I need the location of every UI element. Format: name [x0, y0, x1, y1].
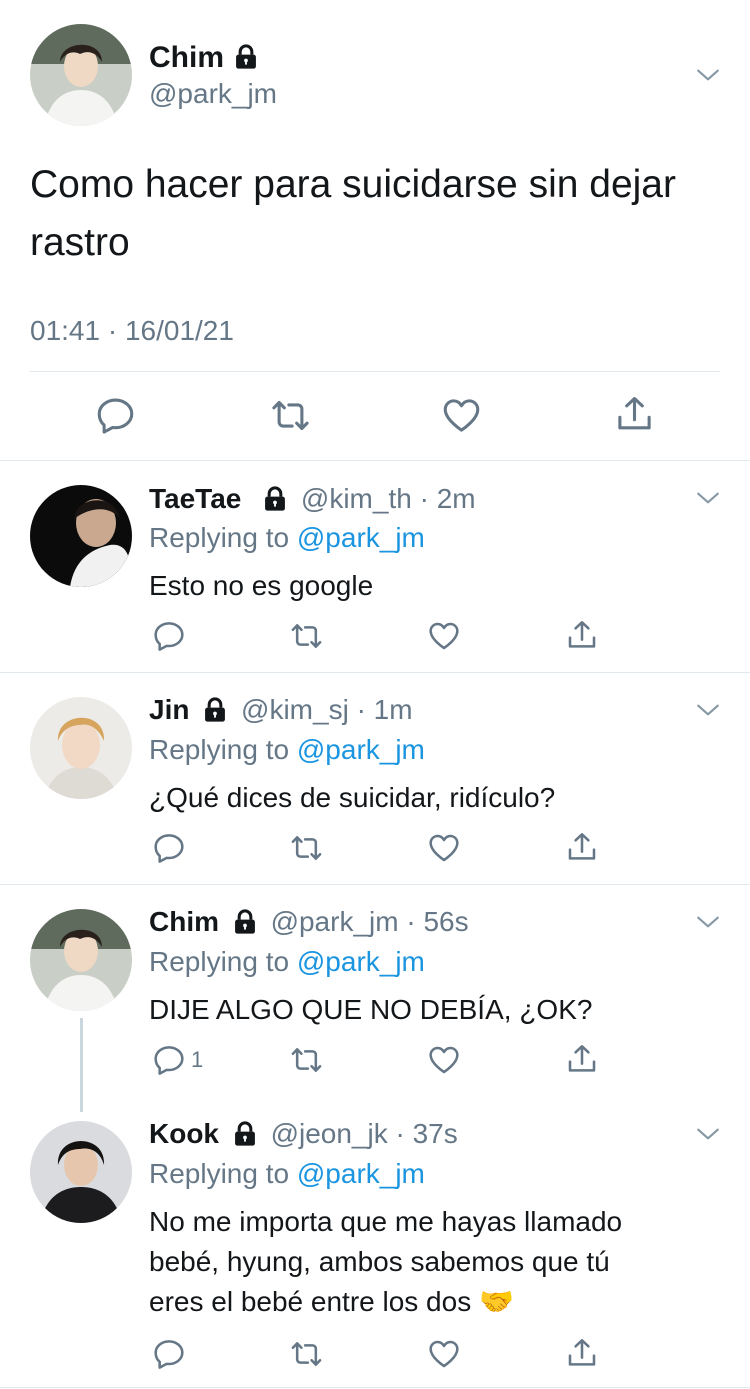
reply-icon	[153, 1338, 185, 1370]
lock-icon	[231, 908, 259, 936]
reply-button[interactable]	[153, 620, 185, 652]
share-icon	[566, 618, 598, 652]
author-name-text[interactable]: Chim	[149, 41, 224, 74]
lock-icon	[261, 485, 289, 513]
chevron-down-icon[interactable]	[695, 909, 721, 935]
retweet-icon	[289, 1044, 324, 1076]
replying-to-link[interactable]: @park_jm	[297, 734, 425, 765]
tweet-time[interactable]: · 37s	[396, 1118, 458, 1149]
tweet-text-line-1: Como hacer para suicidarse sin dejar	[30, 163, 676, 206]
avatar[interactable]	[30, 909, 132, 1011]
author-name[interactable]: Kook	[149, 1118, 219, 1149]
like-button[interactable]	[428, 620, 460, 652]
replying-to-label: Replying to	[149, 522, 290, 553]
retweet-icon	[289, 832, 324, 864]
author-name[interactable]: Chim	[149, 906, 219, 937]
share-button[interactable]	[566, 1336, 598, 1370]
chevron-down-icon[interactable]	[695, 62, 721, 88]
reply-button[interactable]	[96, 396, 135, 435]
reply-button[interactable]	[153, 1338, 185, 1370]
reply-button[interactable]	[153, 832, 185, 864]
avatar[interactable]	[30, 485, 132, 587]
like-icon	[442, 396, 481, 435]
replying-to-link[interactable]: @park_jm	[297, 946, 425, 977]
replying-to-label: Replying to	[149, 734, 290, 765]
tweet-text-line-2: bebé, hyung, ambos sabemos que tú	[149, 1246, 610, 1277]
replying-to-label: Replying to	[149, 1158, 290, 1189]
replying-to-link[interactable]: @park_jm	[297, 1158, 425, 1189]
tweet-text-line-2: rastro	[30, 221, 130, 264]
divider	[0, 460, 750, 461]
replying-to-label: Replying to	[149, 946, 290, 977]
tweet-text: ¿Qué dices de suicidar, ridículo?	[149, 782, 556, 813]
retweet-button[interactable]	[289, 1044, 324, 1076]
divider	[0, 672, 750, 673]
lock-icon	[231, 1120, 259, 1148]
tweet-timestamp[interactable]: 01:41 · 16/01/21	[30, 314, 234, 348]
replying-to: Replying to @park_jm	[149, 520, 425, 556]
like-icon	[428, 1338, 460, 1370]
replying-to: Replying to @park_jm	[149, 732, 425, 768]
reply-icon	[96, 396, 135, 435]
author-name[interactable]: Jin	[149, 694, 189, 725]
retweet-icon	[289, 620, 324, 652]
retweet-button[interactable]	[289, 832, 324, 864]
like-button[interactable]	[442, 396, 481, 435]
author-handle[interactable]: @jeon_jk	[271, 1118, 388, 1149]
author-name[interactable]: TaeTae	[149, 483, 241, 514]
avatar[interactable]	[30, 697, 132, 799]
divider	[30, 371, 720, 372]
retweet-button[interactable]	[289, 1338, 324, 1370]
like-icon	[428, 832, 460, 864]
chevron-down-icon[interactable]	[695, 697, 721, 723]
tweet-text: DIJE ALGO QUE NO DEBÍA, ¿OK?	[149, 994, 593, 1025]
author-name[interactable]: Chim	[149, 40, 260, 76]
author-handle[interactable]: @park_jm	[149, 77, 277, 111]
like-icon	[428, 1044, 460, 1076]
divider	[0, 884, 750, 885]
chevron-down-icon[interactable]	[695, 1121, 721, 1147]
like-button[interactable]	[428, 832, 460, 864]
author-handle[interactable]: @kim_sj	[241, 694, 349, 725]
avatar[interactable]	[30, 24, 132, 126]
tweet-text-line-1: No me importa que me hayas llamado	[149, 1206, 623, 1237]
share-button[interactable]	[566, 1042, 598, 1076]
tweet-text: Esto no es google	[149, 570, 374, 601]
share-button[interactable]	[566, 830, 598, 864]
reply-count: 1	[191, 1047, 204, 1072]
like-icon	[428, 620, 460, 652]
tweet-text-line-3: eres el bebé entre los dos 🤝	[149, 1286, 514, 1317]
lock-icon	[201, 696, 229, 724]
like-button[interactable]	[428, 1338, 460, 1370]
thread-line	[80, 1018, 83, 1112]
reply-icon	[153, 1044, 185, 1076]
tweet-time[interactable]: · 1m	[357, 694, 413, 725]
share-icon	[566, 1042, 598, 1076]
retweet-icon	[270, 396, 311, 435]
share-button[interactable]	[566, 618, 598, 652]
author-handle[interactable]: @kim_th	[301, 483, 412, 514]
author-handle[interactable]: @park_jm	[271, 906, 399, 937]
tweet-time[interactable]: · 2m	[420, 483, 476, 514]
lock-icon	[232, 43, 260, 71]
reply-icon	[153, 832, 185, 864]
divider	[0, 1387, 750, 1388]
share-icon	[566, 830, 598, 864]
reply-button[interactable]: 1	[153, 1044, 203, 1076]
reply-icon	[153, 620, 185, 652]
retweet-icon	[289, 1338, 324, 1370]
like-button[interactable]	[428, 1044, 460, 1076]
retweet-button[interactable]	[289, 620, 324, 652]
share-icon	[615, 394, 654, 434]
avatar[interactable]	[30, 1121, 132, 1223]
share-icon	[566, 1336, 598, 1370]
retweet-button[interactable]	[270, 396, 311, 435]
replying-to: Replying to @park_jm	[149, 944, 425, 980]
share-button[interactable]	[615, 394, 654, 434]
tweet-time[interactable]: · 56s	[406, 906, 468, 937]
replying-to: Replying to @park_jm	[149, 1156, 425, 1192]
chevron-down-icon[interactable]	[695, 485, 721, 511]
replying-to-link[interactable]: @park_jm	[297, 522, 425, 553]
